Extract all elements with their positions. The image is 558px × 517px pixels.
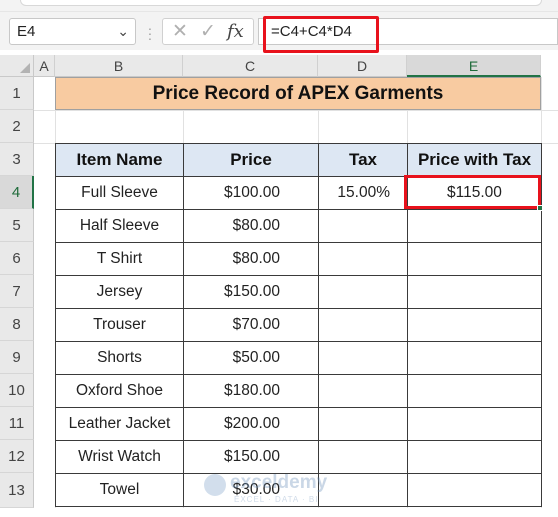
cell-item[interactable]: Shorts xyxy=(55,341,184,375)
table-row: Leather Jacket $200.00 xyxy=(55,407,542,441)
row-header-11[interactable]: 11 xyxy=(0,407,34,440)
cell-price-with-tax[interactable] xyxy=(407,374,542,408)
cell-price[interactable]: $180.00 xyxy=(183,374,319,408)
formula-buttons: ✕ ✓ fx xyxy=(162,18,254,45)
gridline xyxy=(34,110,558,111)
cell-item[interactable]: Towel xyxy=(55,473,184,507)
cell-price-with-tax[interactable] xyxy=(407,341,542,375)
row-header-6[interactable]: 6 xyxy=(0,242,34,275)
cell-tax[interactable] xyxy=(318,209,408,243)
row-header-13[interactable]: 13 xyxy=(0,473,34,508)
table-row: Trouser $70.00 xyxy=(55,308,542,342)
cell-price[interactable]: $80.00 xyxy=(183,242,319,276)
active-cell-highlight xyxy=(404,175,541,209)
column-header-c[interactable]: C xyxy=(183,55,318,77)
cell-price-with-tax[interactable] xyxy=(407,407,542,441)
formula-highlight-box xyxy=(263,16,379,53)
row-header-9[interactable]: 9 xyxy=(0,341,34,374)
cell-item[interactable]: Wrist Watch xyxy=(55,440,184,474)
cell-tax[interactable] xyxy=(318,275,408,309)
row-header-7[interactable]: 7 xyxy=(0,275,34,308)
cell-tax[interactable] xyxy=(318,242,408,276)
exceldemy-watermark: exceldemy EXCEL · DATA · BI xyxy=(204,472,354,508)
row-header-8[interactable]: 8 xyxy=(0,308,34,341)
cell-price[interactable]: $100.00 xyxy=(183,176,319,210)
name-box[interactable]: E4 ⌄ xyxy=(9,18,136,45)
table-row: Half Sleeve $80.00 xyxy=(55,209,542,243)
cell-price[interactable]: $80.00 xyxy=(183,209,319,243)
table-row: T Shirt $80.00 xyxy=(55,242,542,276)
cell-item[interactable]: Full Sleeve xyxy=(55,176,184,210)
cell-price[interactable]: $150.00 xyxy=(183,275,319,309)
table-row: Shorts $50.00 xyxy=(55,341,542,375)
cell-price[interactable]: $150.00 xyxy=(183,440,319,474)
name-box-value: E4 xyxy=(17,23,36,40)
column-header-b[interactable]: B xyxy=(55,55,183,77)
insert-function-icon[interactable]: fx xyxy=(227,19,244,44)
cell-tax[interactable] xyxy=(318,374,408,408)
table-row: Jersey $150.00 xyxy=(55,275,542,309)
cell-tax[interactable] xyxy=(318,341,408,375)
ribbon-edge xyxy=(0,0,558,12)
select-all-button[interactable] xyxy=(0,55,34,77)
cell-tax[interactable] xyxy=(318,407,408,441)
row-header-3[interactable]: 3 xyxy=(0,143,34,176)
fill-handle[interactable] xyxy=(537,205,543,211)
cell-price-with-tax[interactable] xyxy=(407,308,542,342)
cell-item[interactable]: T Shirt xyxy=(55,242,184,276)
cell-item[interactable]: Leather Jacket xyxy=(55,407,184,441)
cell-price[interactable]: $200.00 xyxy=(183,407,319,441)
cell-item[interactable]: Trouser xyxy=(55,308,184,342)
header-tax[interactable]: Tax xyxy=(318,143,408,177)
cell-price-with-tax[interactable] xyxy=(407,473,542,507)
column-header-a[interactable]: A xyxy=(34,55,55,77)
enter-icon[interactable]: ✓ xyxy=(200,19,216,44)
cell-price[interactable]: $70.00 xyxy=(183,308,319,342)
sheet-bottom-edge xyxy=(0,508,558,517)
row-header-2[interactable]: 2 xyxy=(0,110,34,143)
sheet-title[interactable]: Price Record of APEX Garments xyxy=(55,77,541,110)
formula-input[interactable]: =C4+C4*D4 xyxy=(258,16,558,53)
row-header-4[interactable]: 4 xyxy=(0,176,34,209)
table-row: Wrist Watch $150.00 xyxy=(55,440,542,474)
row-header-1[interactable]: 1 xyxy=(0,77,34,110)
row-header-10[interactable]: 10 xyxy=(0,374,34,407)
cell-price-with-tax[interactable] xyxy=(407,440,542,474)
header-price-with-tax[interactable]: Price with Tax xyxy=(407,143,542,177)
cell-tax[interactable]: 15.00% xyxy=(318,176,408,210)
cell-price-with-tax[interactable] xyxy=(407,242,542,276)
cell-item[interactable]: Oxford Shoe xyxy=(55,374,184,408)
cell-tax[interactable] xyxy=(318,440,408,474)
exceldemy-logo-icon xyxy=(204,474,226,496)
column-header-e[interactable]: E xyxy=(407,55,541,77)
chevron-down-icon[interactable]: ⌄ xyxy=(117,19,129,44)
watermark-name: exceldemy xyxy=(230,472,328,493)
column-header-d[interactable]: D xyxy=(318,55,407,77)
row-header-5[interactable]: 5 xyxy=(0,209,34,242)
drag-handle-icon[interactable]: · · · xyxy=(146,21,154,45)
header-item-name[interactable]: Item Name xyxy=(55,143,184,177)
row-header-12[interactable]: 12 xyxy=(0,440,34,473)
cell-item[interactable]: Jersey xyxy=(55,275,184,309)
cell-price[interactable]: $50.00 xyxy=(183,341,319,375)
watermark-tagline: EXCEL · DATA · BI xyxy=(234,495,319,504)
table-header-row: Item Name Price Tax Price with Tax xyxy=(55,143,542,177)
header-price[interactable]: Price xyxy=(183,143,319,177)
cell-price-with-tax[interactable] xyxy=(407,275,542,309)
cell-item[interactable]: Half Sleeve xyxy=(55,209,184,243)
cell-price-with-tax[interactable] xyxy=(407,209,542,243)
table-row: Oxford Shoe $180.00 xyxy=(55,374,542,408)
cancel-icon[interactable]: ✕ xyxy=(172,19,188,44)
cell-tax[interactable] xyxy=(318,308,408,342)
